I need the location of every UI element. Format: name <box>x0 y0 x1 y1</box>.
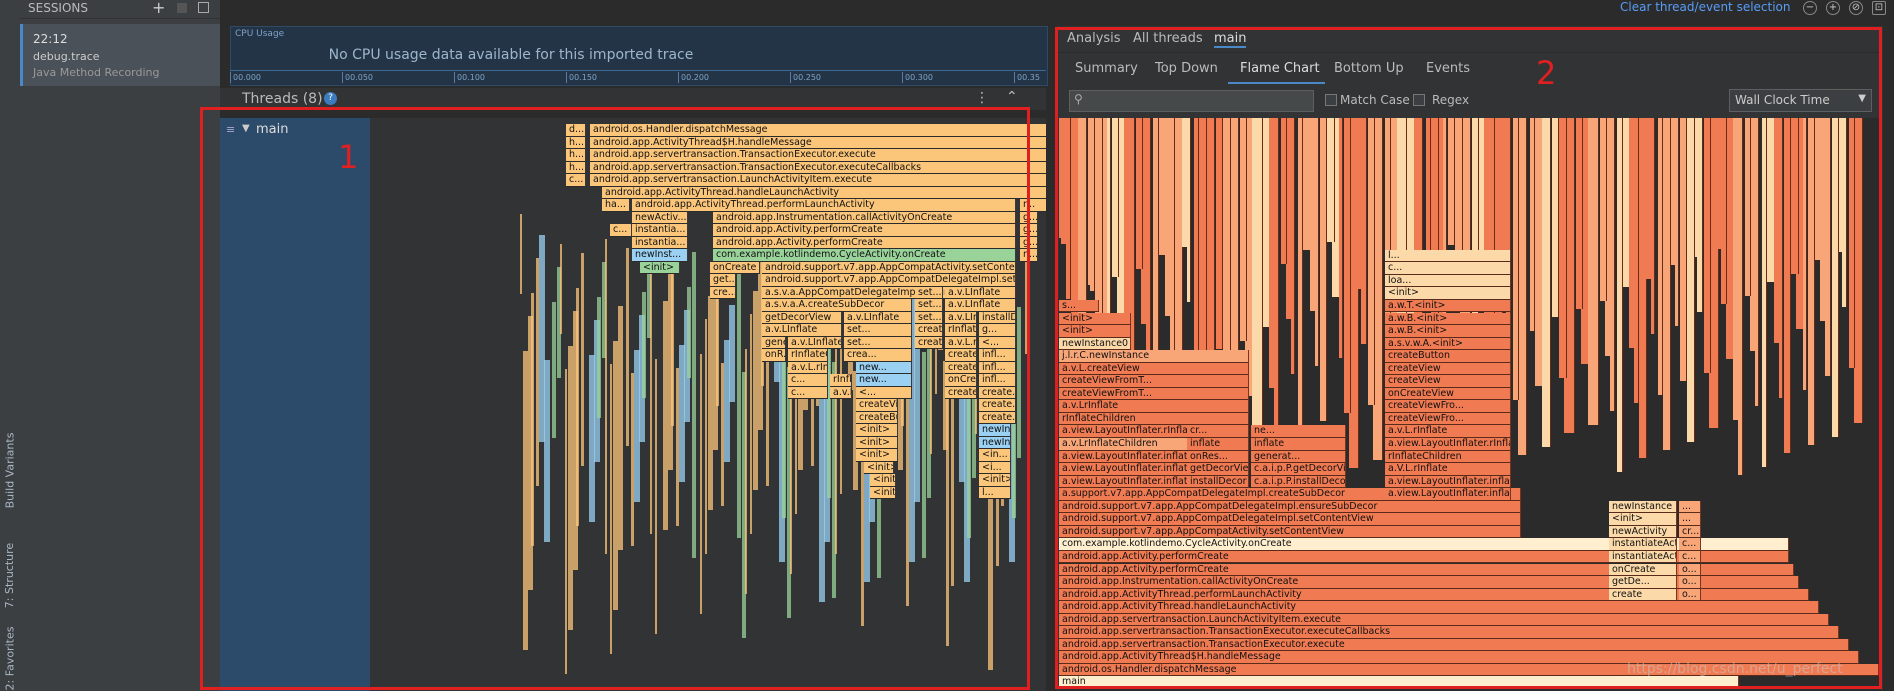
stop-icon[interactable] <box>177 3 187 13</box>
ruler-tick: 00.300 <box>902 72 933 83</box>
session-time: 22:12 <box>33 32 68 46</box>
add-session-button[interactable]: + <box>152 0 165 17</box>
clear-selection-link[interactable]: Clear thread/event selection <box>1620 0 1791 16</box>
annotation-label-2: 2 <box>1536 54 1557 92</box>
ruler-tick: 00.000 <box>230 72 261 83</box>
sessions-title: SESSIONS <box>28 1 89 15</box>
ruler-tick: 00.100 <box>454 72 485 83</box>
ruler-tick: 00.150 <box>566 72 597 83</box>
reset-zoom-icon[interactable]: ⊘ <box>1849 1 1863 15</box>
build-variants-tab[interactable]: Build Variants <box>0 420 20 520</box>
expand-icon[interactable]: ⊡ <box>1872 1 1886 15</box>
structure-tab[interactable]: 7: Structure <box>0 535 20 615</box>
more-options-icon[interactable]: ⋮ <box>975 90 989 106</box>
session-type: Java Method Recording <box>33 66 160 79</box>
help-icon[interactable]: ? <box>324 92 337 105</box>
session-file: debug.trace <box>33 50 100 63</box>
zoom-in-icon[interactable]: + <box>1826 1 1840 15</box>
favorites-tab[interactable]: 2: Favorites <box>0 625 20 691</box>
time-ruler[interactable]: 00.000 00.050 00.100 00.150 00.200 00.250 00.3… <box>230 70 1046 84</box>
annotation-label-1: 1 <box>338 138 359 176</box>
tool-window-strip: Build Variants 7: Structure 2: Favorites <box>0 0 21 691</box>
structure-label: 7: Structure <box>3 542 17 608</box>
build-variants-label: Build Variants <box>3 432 17 508</box>
session-item[interactable]: 22:12 debug.trace Java Method Recording <box>20 24 223 86</box>
collapse-threads-icon[interactable]: ⌃ <box>1006 89 1018 105</box>
sessions-panel: SESSIONS + 22:12 debug.trace Java Method… <box>20 0 223 691</box>
ruler-tick: 00.200 <box>678 72 709 83</box>
ruler-tick: 00.250 <box>790 72 821 83</box>
zoom-out-icon[interactable]: − <box>1803 1 1817 15</box>
ruler-tick: 00.35 <box>1014 72 1040 83</box>
annotation-box-1 <box>200 107 1030 690</box>
sessions-header: SESSIONS + <box>20 0 220 19</box>
cpu-no-data-message: No CPU usage data available for this imp… <box>328 47 694 63</box>
cpu-usage-label: CPU Usage <box>235 29 285 39</box>
favorites-label: 2: Favorites <box>3 626 17 690</box>
ruler-tick: 00.050 <box>342 72 373 83</box>
annotation-box-2 <box>1055 27 1882 689</box>
threads-title: Threads (8) <box>242 91 323 107</box>
collapse-panel-icon[interactable] <box>198 2 209 13</box>
